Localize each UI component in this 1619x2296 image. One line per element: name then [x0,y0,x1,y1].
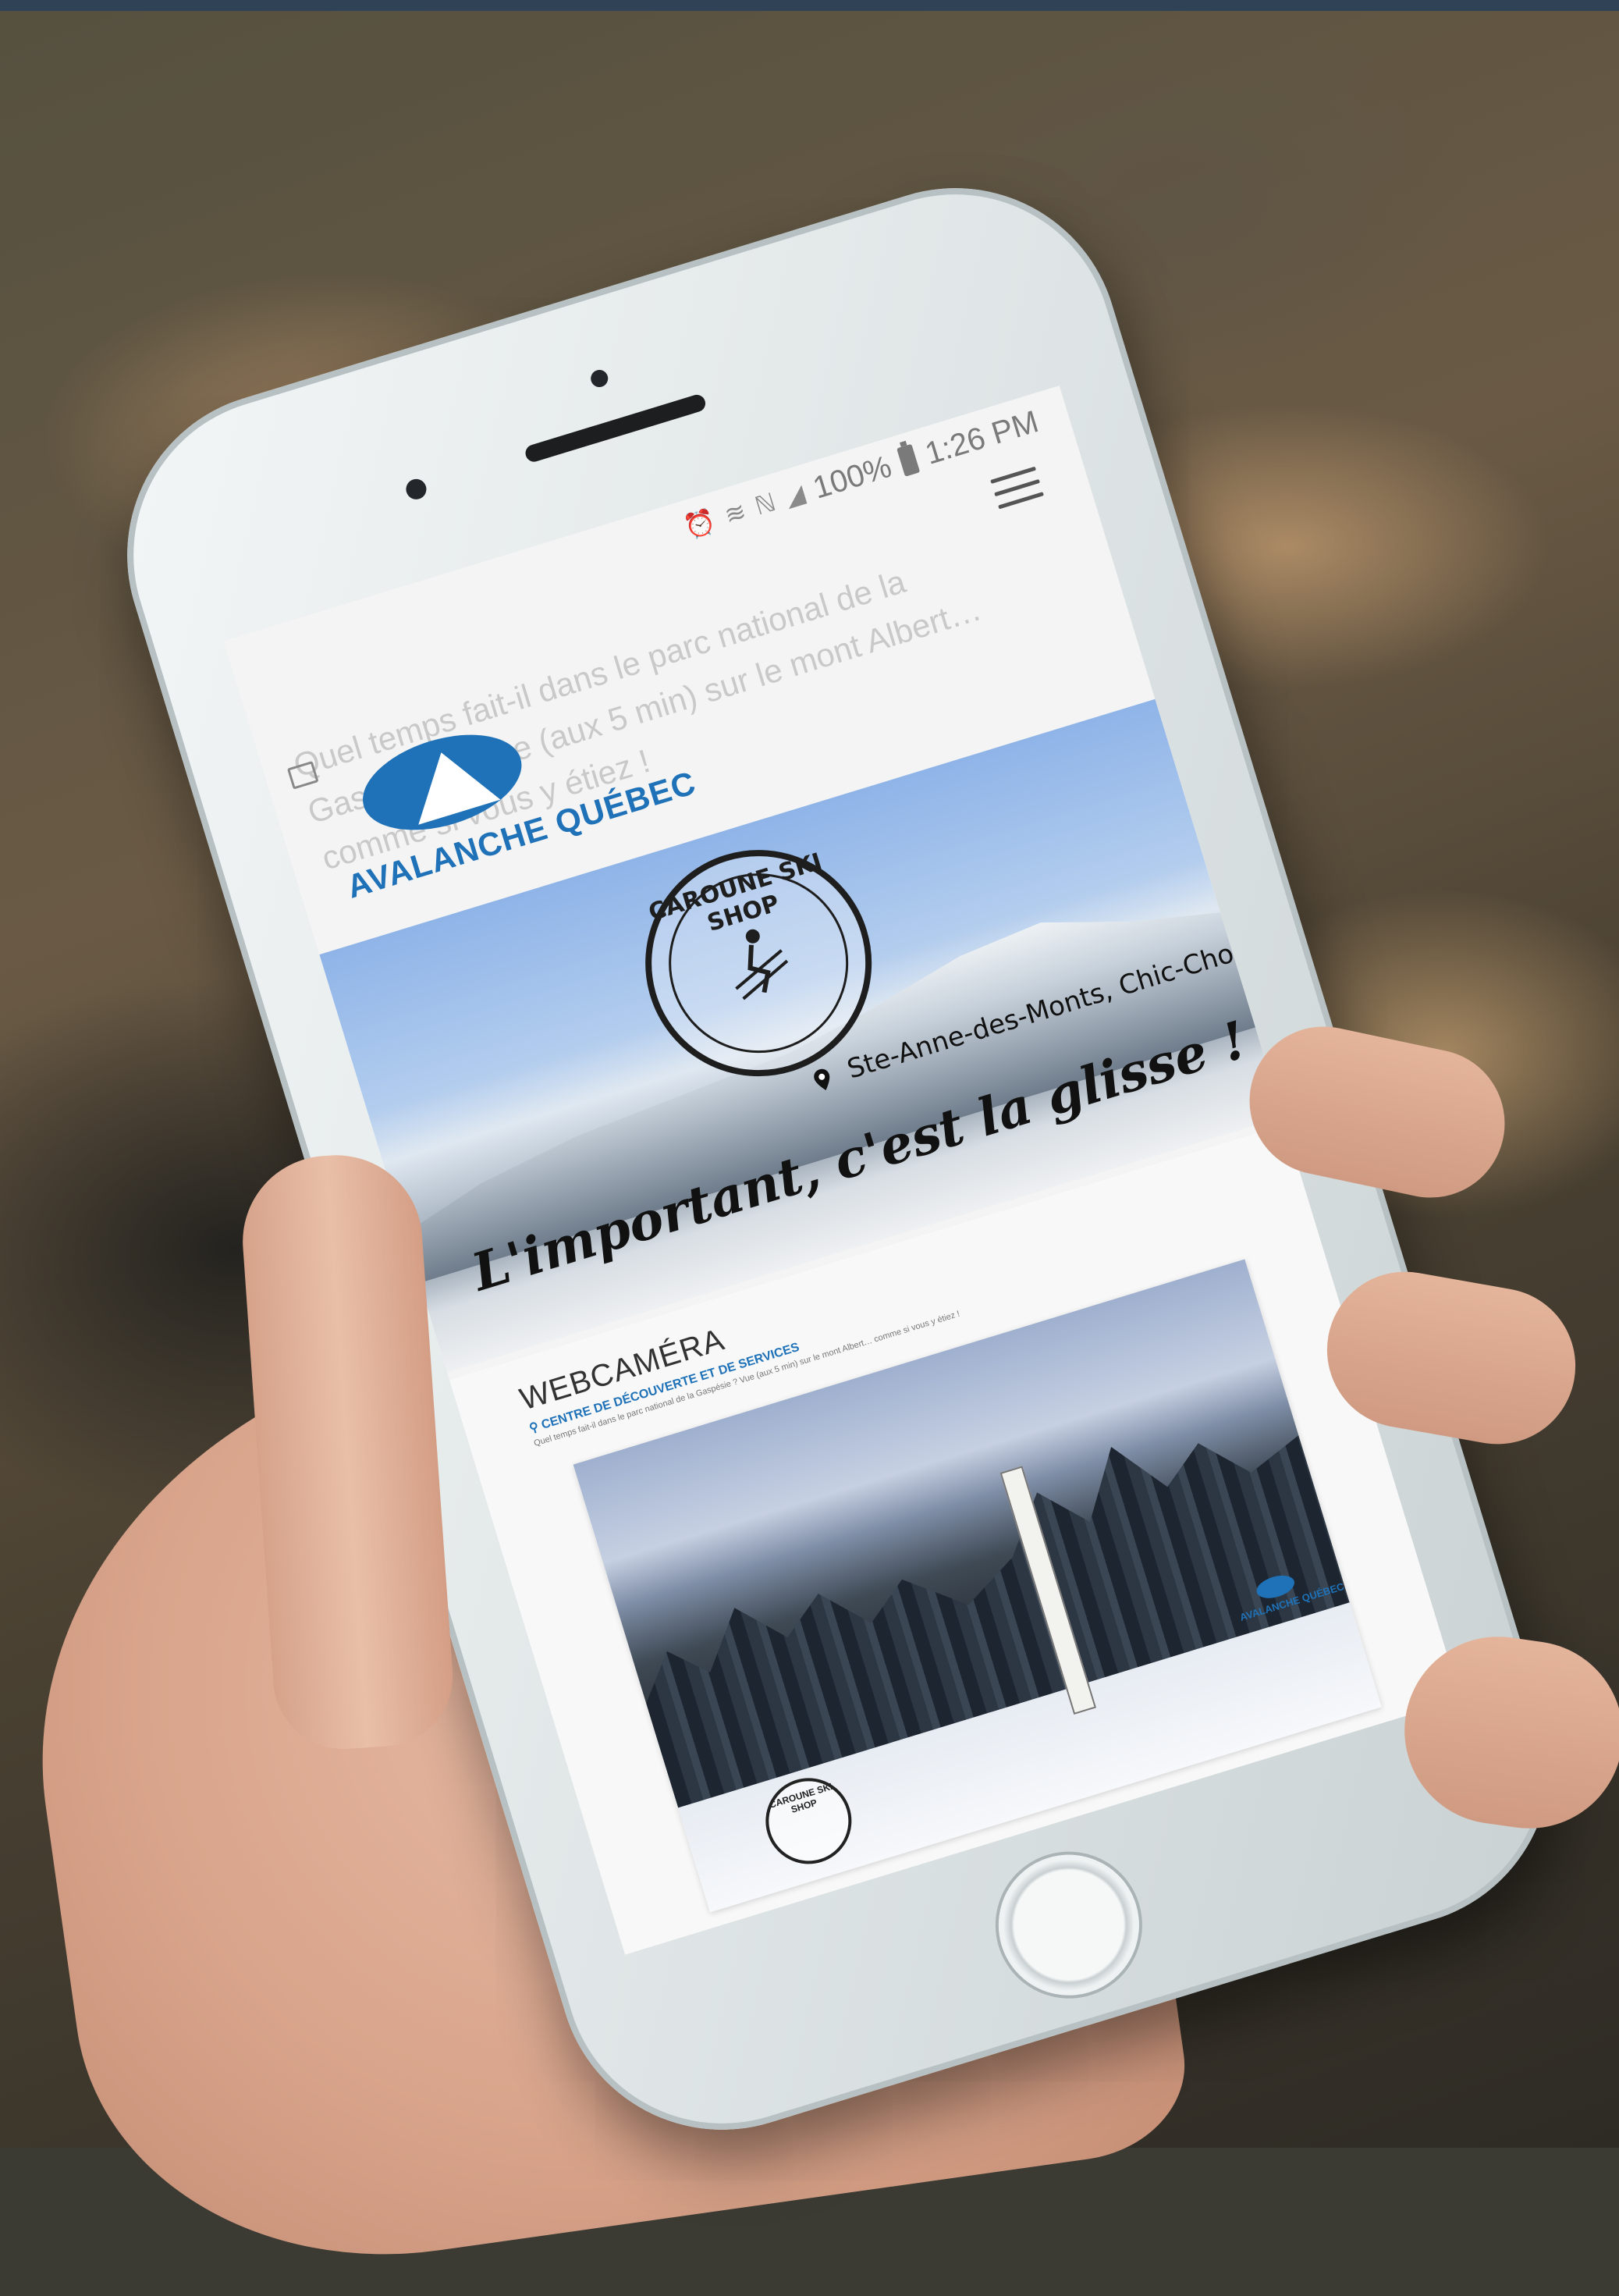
webcam-watermark-badge: CAROUNE SKI SHOP [754,1767,863,1875]
wifi-icon: ≋ [721,496,750,530]
battery-icon [896,443,921,477]
watermark-shop-name: CAROUNE SKI SHOP [768,1780,834,1815]
top-edge-bar [0,0,1619,11]
hamburger-menu-icon[interactable] [990,466,1045,514]
alarm-icon: ⏰ [680,506,719,542]
nfc-icon: ℕ [751,487,779,521]
signal-icon: ◢ [781,478,808,512]
